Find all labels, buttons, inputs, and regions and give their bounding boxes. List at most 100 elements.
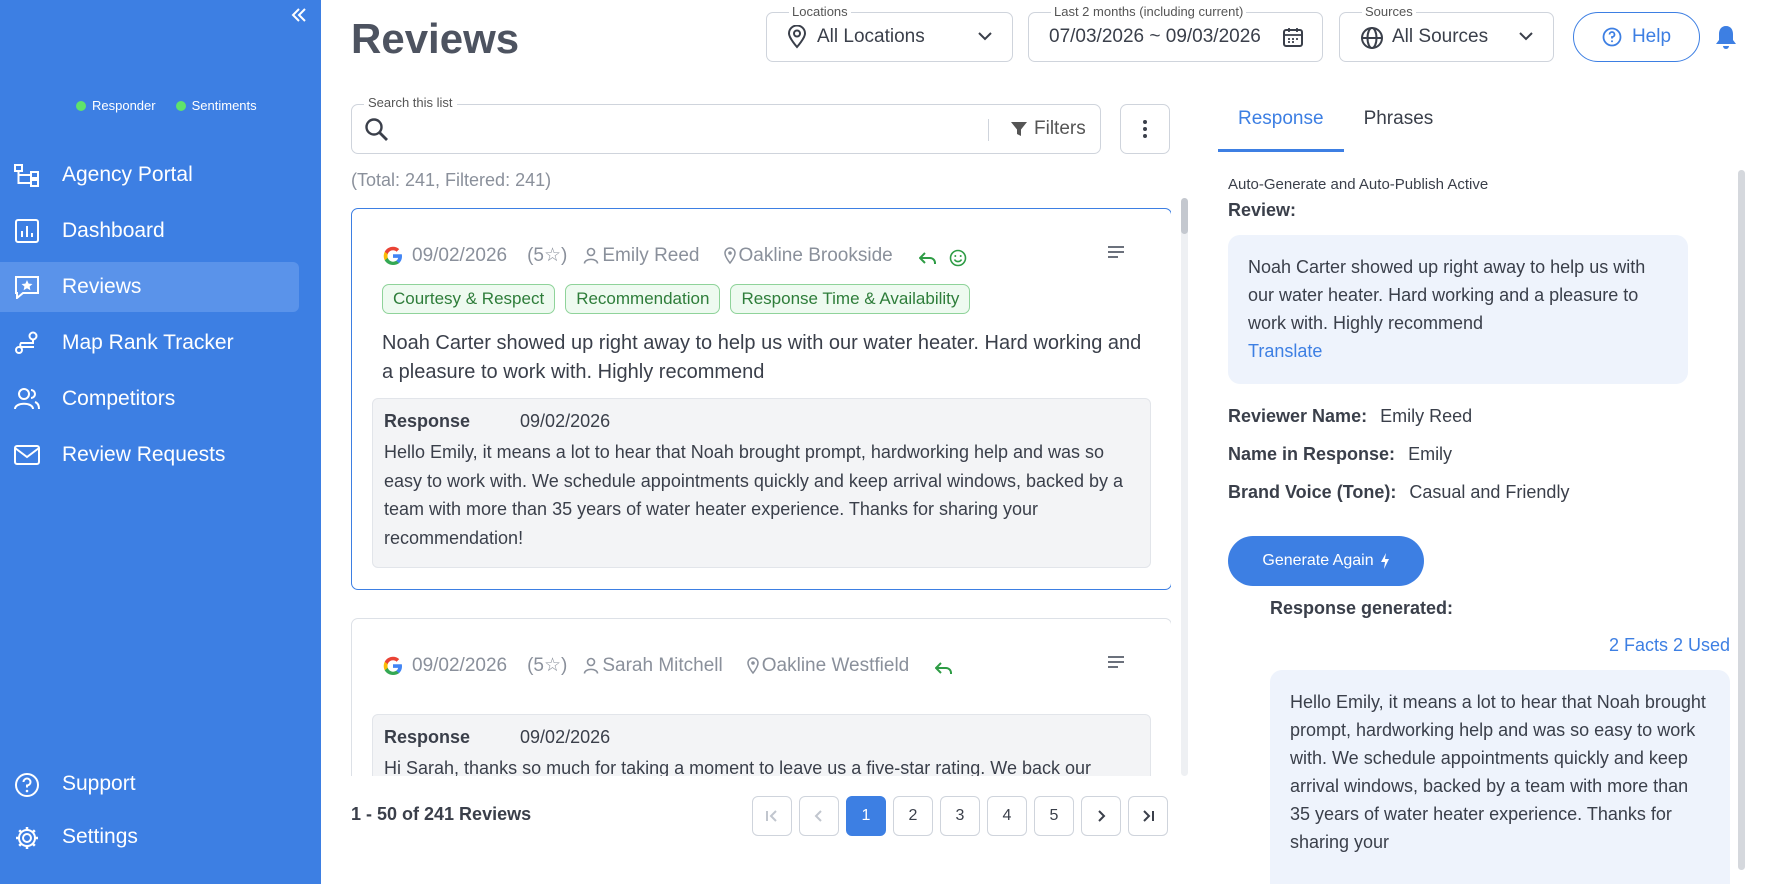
status-dot <box>76 100 86 111</box>
first-page-button[interactable] <box>752 796 792 836</box>
review-card[interactable]: 09/02/2026 (5☆) Emily Reed Oakline Brook… <box>351 208 1171 590</box>
sidebar-item-label: Settings <box>62 825 138 848</box>
locations-value: All Locations <box>817 26 925 47</box>
kv-value: Casual and Friendly <box>1409 482 1570 502</box>
sidebar-item-reviews[interactable]: Reviews <box>0 262 299 312</box>
kv-value: Emily Reed <box>1380 406 1473 426</box>
bell-icon[interactable] <box>1714 24 1738 50</box>
right-panel-tabs: Response Phrases <box>1218 96 1453 152</box>
page-title: Reviews <box>351 15 520 62</box>
sources-select[interactable]: Sources All Sources <box>1339 4 1554 62</box>
globe-icon <box>1361 27 1383 49</box>
tab-response[interactable]: Response <box>1218 96 1344 152</box>
sidebar-item-label: Reviews <box>62 275 142 298</box>
chevron-down-icon <box>978 32 992 41</box>
sidebar-item-map-rank-tracker[interactable]: Map Rank Tracker <box>0 318 299 368</box>
reply-icon[interactable] <box>935 661 953 675</box>
calendar-icon[interactable] <box>1282 26 1304 48</box>
locations-select[interactable]: Locations All Locations <box>766 4 1013 62</box>
review-text: Noah Carter showed up right away to help… <box>382 332 1142 383</box>
sidebar-item-review-requests[interactable]: Review Requests <box>0 430 299 480</box>
review-location: Oakline Westfield <box>761 654 910 676</box>
kv-value: Emily <box>1408 444 1453 464</box>
sidebar-item-support[interactable]: Support <box>0 760 299 808</box>
last-page-button[interactable] <box>1128 796 1168 836</box>
sidebar-item-dashboard[interactable]: Dashboard <box>0 206 299 256</box>
status-dot <box>175 100 186 111</box>
menu-lines-icon[interactable] <box>1107 655 1125 669</box>
lightning-icon <box>1380 553 1389 569</box>
generate-again-label: Generate Again <box>1262 552 1374 569</box>
tab-phrases[interactable]: Phrases <box>1344 96 1454 152</box>
review-bubble-text: Noah Carter showed up right away to help… <box>1248 257 1646 333</box>
brand-voice-row: Brand Voice (Tone): Casual and Friendly <box>1228 482 1569 503</box>
collapse-sidebar-icon[interactable] <box>290 6 308 30</box>
sidebar-item-label: Agency Portal <box>62 163 193 186</box>
scrollbar-thumb[interactable] <box>1181 198 1188 234</box>
topic-tag: Courtesy & Respect <box>382 284 556 314</box>
review-rating: (5☆) <box>527 655 568 676</box>
filters-button[interactable]: Filters <box>1010 118 1086 140</box>
response-text: Hi Sarah, thanks so much for taking a mo… <box>384 758 1091 776</box>
google-icon <box>383 246 402 265</box>
response-header: Response 09/02/2026 <box>384 411 1139 432</box>
topic-tag: Response Time & Availability <box>730 284 971 314</box>
review-list: 09/02/2026 (5☆) Emily Reed Oakline Brook… <box>351 208 1171 776</box>
reviewer-name: Emily Reed <box>602 244 700 266</box>
sidebar-item-settings[interactable]: Settings <box>0 813 299 861</box>
sidebar-item-label: Review Requests <box>62 443 226 466</box>
translate-link[interactable]: Translate <box>1248 337 1668 365</box>
reply-icon[interactable] <box>918 251 937 265</box>
page-button[interactable]: 3 <box>940 796 980 836</box>
map-pin-icon <box>723 246 736 264</box>
scrollbar-thumb[interactable] <box>1738 170 1745 870</box>
kv-label: Brand Voice (Tone): <box>1228 482 1397 502</box>
generate-again-button[interactable]: Generate Again <box>1228 536 1424 586</box>
search-box: Search this list Filters <box>351 95 1101 154</box>
sidebar-item-agency-portal[interactable]: Agency Portal <box>0 150 299 200</box>
first-page-icon <box>766 810 777 822</box>
sidebar-toggles: Responder Sentiments <box>76 98 257 113</box>
facts-link[interactable]: 2 Facts 2 Used <box>1609 635 1730 656</box>
page-button[interactable]: 5 <box>1034 796 1074 836</box>
review-tags: Courtesy & Respect Recommendation Respon… <box>382 284 971 314</box>
help-button[interactable]: Help <box>1573 12 1700 62</box>
review-card[interactable]: 09/02/2026 (5☆) Sarah Mitchell Oakline W… <box>351 618 1171 776</box>
help-circle-icon <box>1602 27 1622 47</box>
name-in-response-row: Name in Response: Emily <box>1228 444 1452 465</box>
list-scrollbar[interactable] <box>1181 198 1188 776</box>
gear-icon <box>16 827 38 849</box>
panel-scrollbar[interactable] <box>1738 170 1745 870</box>
sitemap-icon <box>14 164 39 187</box>
date-range-value: 07/03/2026 ~ 09/03/2026 <box>1049 26 1261 47</box>
date-range-picker[interactable]: Last 2 months (including current) 07/03/… <box>1028 4 1323 62</box>
search-icon <box>365 118 388 141</box>
more-options-button[interactable] <box>1120 104 1170 154</box>
page-button[interactable]: 4 <box>987 796 1027 836</box>
responder-toggle[interactable]: Responder <box>76 98 156 113</box>
review-rating: (5☆) <box>527 245 568 266</box>
pagination: 1 2 3 4 5 <box>752 796 1168 836</box>
response-label: Response <box>384 411 471 431</box>
page-button[interactable]: 1 <box>846 796 886 836</box>
sidebar-bottom-nav: Support Settings <box>0 760 321 866</box>
field-label: Last 2 months (including current) <box>1051 4 1247 19</box>
search-input[interactable] <box>400 113 1020 145</box>
review-meta: 09/02/2026 (5☆) Emily Reed Oakline Brook… <box>382 244 967 267</box>
chevron-down-icon <box>1519 32 1533 41</box>
mail-icon <box>14 445 40 465</box>
page-button[interactable]: 2 <box>893 796 933 836</box>
review-date: 09/02/2026 <box>412 654 508 676</box>
filters-label: Filters <box>1034 118 1086 139</box>
divider <box>988 119 989 141</box>
users-icon <box>14 388 40 410</box>
response-box: Response 09/02/2026 Hello Emily, it mean… <box>372 398 1151 568</box>
search-label: Search this list <box>364 95 457 110</box>
field-label: Locations <box>789 4 851 19</box>
prev-page-button[interactable] <box>799 796 839 836</box>
sentiments-toggle[interactable]: Sentiments <box>175 98 257 113</box>
menu-lines-icon[interactable] <box>1107 245 1125 259</box>
next-page-button[interactable] <box>1081 796 1121 836</box>
field-label: Sources <box>1362 4 1416 19</box>
sidebar-item-competitors[interactable]: Competitors <box>0 374 299 424</box>
